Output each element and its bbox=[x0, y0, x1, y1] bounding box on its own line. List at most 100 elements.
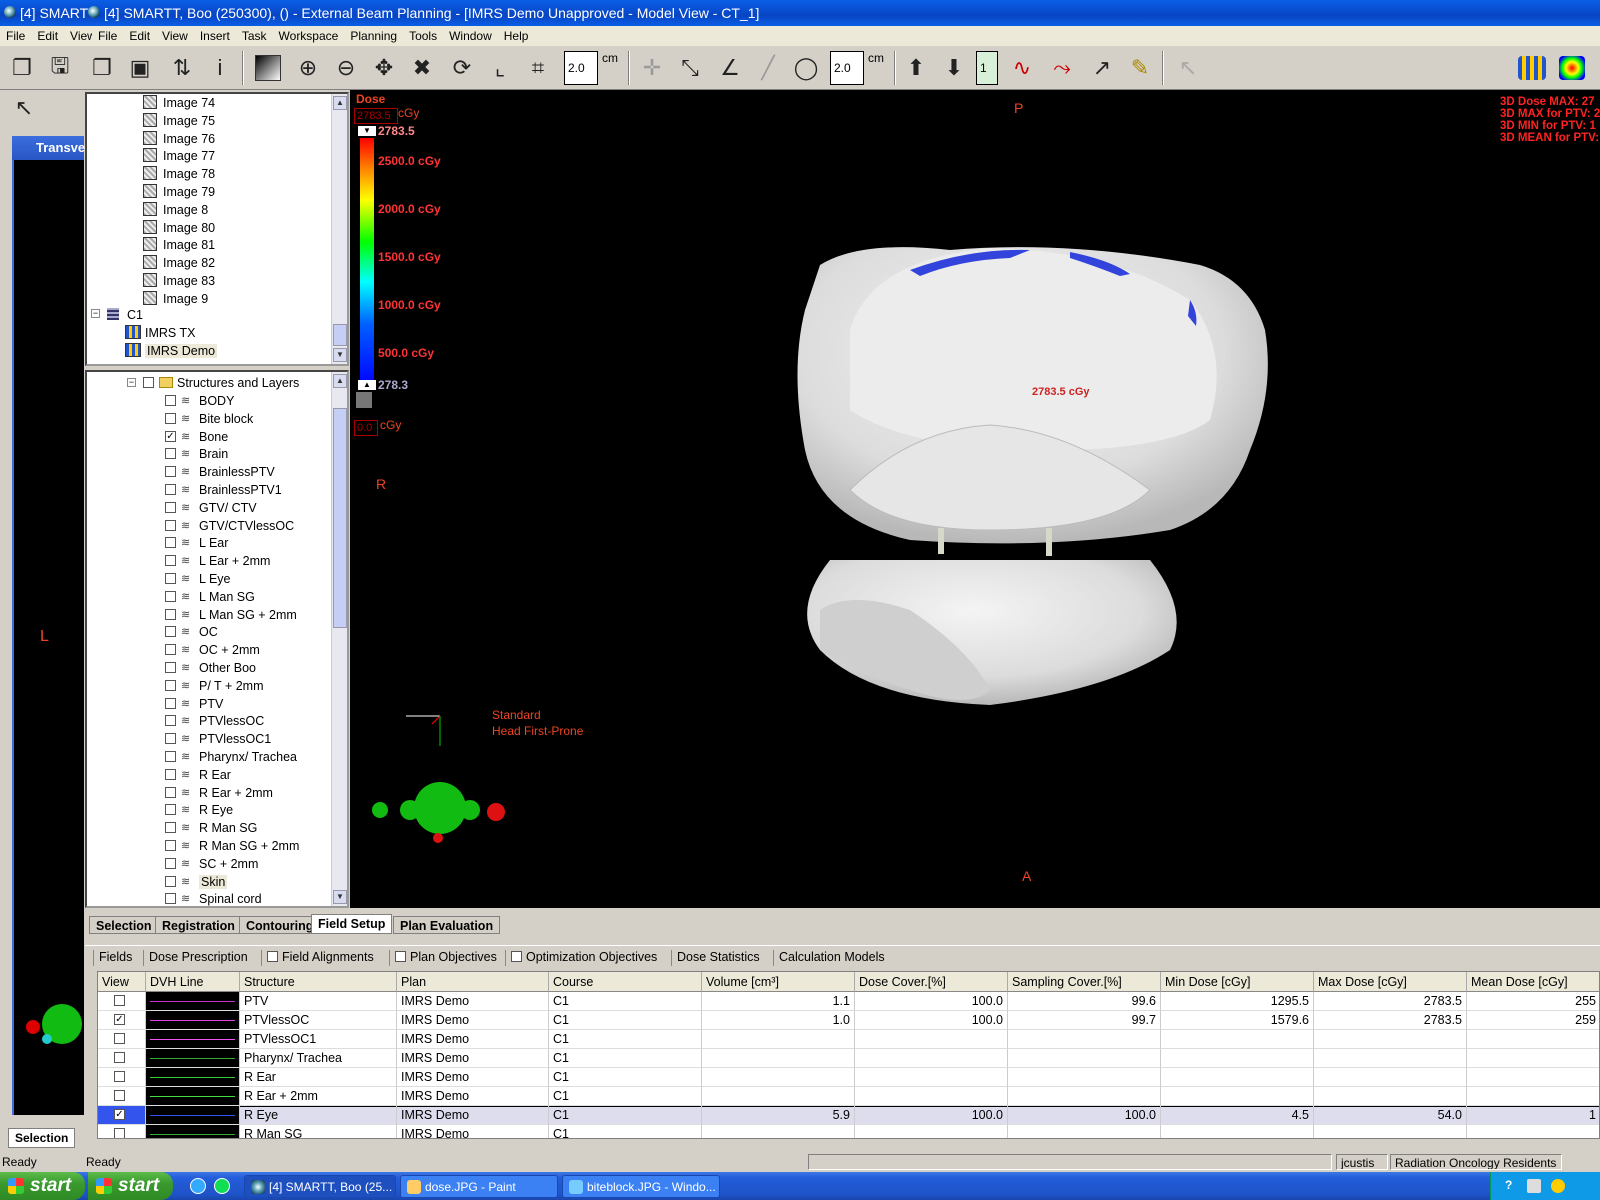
select-point-icon[interactable]: ↗ bbox=[1086, 52, 1118, 84]
network-icon[interactable] bbox=[1527, 1179, 1541, 1193]
structure-checkbox[interactable] bbox=[165, 484, 176, 495]
structure-checkbox[interactable] bbox=[165, 875, 176, 887]
tree-item-structure[interactable]: ≋ R Man SG + 2mm bbox=[87, 837, 327, 855]
taskbar-item-biteblock[interactable]: biteblock.JPG - Windo... bbox=[562, 1175, 720, 1198]
next-slice-icon[interactable]: ⬇ bbox=[938, 52, 970, 84]
structure-checkbox[interactable] bbox=[165, 733, 176, 745]
menu-planning[interactable]: Planning bbox=[344, 26, 403, 43]
structure-checkbox[interactable] bbox=[165, 679, 176, 691]
grid-column-header[interactable]: Mean Dose [cGy] bbox=[1467, 972, 1599, 992]
structure-tree-scrollbar[interactable]: ▲ ▼ bbox=[331, 372, 347, 906]
tree-item-structure[interactable]: ≋ OC + 2mm bbox=[87, 641, 327, 659]
start-button[interactable]: start bbox=[0, 1172, 85, 1200]
left-tab-selection[interactable]: Selection bbox=[8, 1128, 76, 1148]
menu-insert[interactable]: Insert bbox=[194, 26, 236, 43]
grid-cell[interactable] bbox=[98, 1030, 146, 1049]
save-plan-icon[interactable]: ▣ bbox=[124, 52, 156, 84]
structure-checkbox[interactable] bbox=[165, 626, 176, 638]
skull-rendering[interactable] bbox=[350, 90, 1600, 908]
grid-cell[interactable]: ✓ bbox=[98, 1106, 146, 1125]
tree-item-course[interactable]: − C1 bbox=[87, 306, 327, 324]
view-checkbox[interactable] bbox=[114, 995, 125, 1006]
tree-item-structure[interactable]: ≋ L Ear bbox=[87, 534, 327, 552]
structure-checkbox[interactable] bbox=[165, 715, 176, 727]
pan-icon[interactable]: ✥ bbox=[368, 52, 400, 84]
tree-item-image[interactable]: Image 79 bbox=[87, 183, 327, 201]
image-tree-scrollbar[interactable]: ▲ ▼ bbox=[331, 94, 347, 364]
grid-cell[interactable] bbox=[98, 1125, 146, 1138]
outer-menu-file[interactable]: File bbox=[0, 26, 31, 43]
tree-item-structure[interactable]: ≋ GTV/ CTV bbox=[87, 499, 327, 517]
tree-item-structure[interactable]: ✓ ≋ Bone bbox=[87, 428, 327, 446]
tree-item-image[interactable]: Image 82 bbox=[87, 254, 327, 272]
view-checkbox[interactable] bbox=[114, 1052, 125, 1063]
view-checkbox[interactable] bbox=[114, 1033, 125, 1044]
structures-checkbox[interactable] bbox=[143, 377, 154, 388]
grid-cell[interactable] bbox=[98, 1068, 146, 1087]
circle-tool-icon[interactable]: ◯ bbox=[790, 52, 822, 84]
window-level-icon[interactable] bbox=[252, 52, 284, 84]
workspace-tab[interactable]: Selection bbox=[89, 916, 159, 934]
tree-item-structure[interactable]: ≋ L Ear + 2mm bbox=[87, 552, 327, 570]
scroll-up-button[interactable]: ▲ bbox=[333, 96, 347, 110]
layer-input[interactable] bbox=[976, 51, 998, 85]
help-icon[interactable]: ? bbox=[1505, 1178, 1512, 1192]
grid-size-input-2[interactable] bbox=[830, 51, 864, 85]
structure-checkbox[interactable] bbox=[165, 804, 176, 816]
tree-item-structure[interactable]: ≋ P/ T + 2mm bbox=[87, 677, 327, 695]
structure-checkbox[interactable] bbox=[165, 395, 176, 406]
grid-size-input-1[interactable] bbox=[564, 51, 598, 85]
grid-cell[interactable] bbox=[98, 1087, 146, 1106]
tree-item-image[interactable]: Image 77 bbox=[87, 147, 327, 165]
structure-checkbox[interactable] bbox=[165, 662, 176, 673]
grid-column-header[interactable]: Course bbox=[549, 972, 702, 992]
structure-checkbox[interactable] bbox=[165, 768, 176, 780]
view-checkbox[interactable] bbox=[114, 1128, 125, 1138]
sub-tab[interactable]: Dose Statistics bbox=[677, 950, 760, 964]
structure-checkbox[interactable] bbox=[165, 466, 176, 478]
save-icon[interactable]: 🖫 bbox=[44, 52, 76, 84]
tree-item-structure[interactable]: ≋ L Man SG bbox=[87, 588, 327, 606]
structure-checkbox[interactable] bbox=[165, 822, 176, 834]
tree-item-image[interactable]: Image 75 bbox=[87, 112, 327, 130]
tree-item-structure[interactable]: ≋ Bite block bbox=[87, 410, 327, 428]
tree-item-plan[interactable]: IMRS TX bbox=[87, 324, 327, 342]
sub-tab[interactable]: Optimization Objectives bbox=[511, 950, 657, 964]
structure-checkbox[interactable] bbox=[165, 501, 176, 513]
tree-item-structure[interactable]: ≋ Brain bbox=[87, 445, 327, 463]
structure-checkbox[interactable] bbox=[165, 857, 176, 869]
angle-icon[interactable]: ∠ bbox=[714, 52, 746, 84]
tree-item-structure[interactable]: ≋ R Man SG bbox=[87, 819, 327, 837]
transverse-pane-view[interactable]: L bbox=[12, 160, 84, 1115]
grid-cell[interactable] bbox=[98, 1049, 146, 1068]
pointer-disabled-icon[interactable]: ↖ bbox=[1172, 52, 1204, 84]
open-patient-icon[interactable]: ❐ bbox=[6, 52, 38, 84]
tree-item-structure[interactable]: ≋ OC bbox=[87, 623, 327, 641]
tree-item-image[interactable]: Image 80 bbox=[87, 219, 327, 237]
tree-item-structure[interactable]: ≋ Other Boo bbox=[87, 659, 327, 677]
start-button-secondary[interactable]: start bbox=[88, 1172, 173, 1200]
tree-item-structure[interactable]: ≋ BODY bbox=[87, 392, 327, 410]
structure-checkbox[interactable] bbox=[165, 519, 176, 531]
menu-window[interactable]: Window bbox=[443, 26, 498, 43]
model-view[interactable]: Dose 2783.5 cGy ▼ 2783.5 2500.0 cGy 2000… bbox=[350, 90, 1600, 908]
dose-color-icon[interactable] bbox=[1556, 52, 1588, 84]
volume-icon[interactable] bbox=[1551, 1179, 1565, 1193]
menu-file[interactable]: File bbox=[92, 26, 123, 43]
grid-cell[interactable]: ✓ bbox=[98, 1011, 146, 1030]
structure-checkbox[interactable] bbox=[165, 786, 176, 798]
structure-checkbox[interactable] bbox=[165, 608, 176, 620]
isodose-icon[interactable]: ∿ bbox=[1006, 52, 1038, 84]
tree-item-image[interactable]: Image 83 bbox=[87, 272, 327, 290]
structure-checkbox[interactable] bbox=[165, 537, 176, 549]
workspace-tab[interactable]: Field Setup bbox=[311, 914, 393, 934]
collapse-icon[interactable]: − bbox=[91, 309, 100, 318]
grid-column-header[interactable]: Max Dose [cGy] bbox=[1314, 972, 1467, 992]
collapse-icon[interactable]: − bbox=[127, 378, 136, 387]
quicklaunch-icon[interactable] bbox=[214, 1178, 230, 1194]
dose-profile-icon[interactable]: ⤳ bbox=[1046, 52, 1078, 84]
scroll-down-button[interactable]: ▼ bbox=[333, 890, 347, 904]
select-tool-icon[interactable]: ↖ bbox=[8, 92, 40, 124]
tree-item-image[interactable]: Image 76 bbox=[87, 130, 327, 148]
structure-checkbox[interactable] bbox=[165, 644, 176, 656]
